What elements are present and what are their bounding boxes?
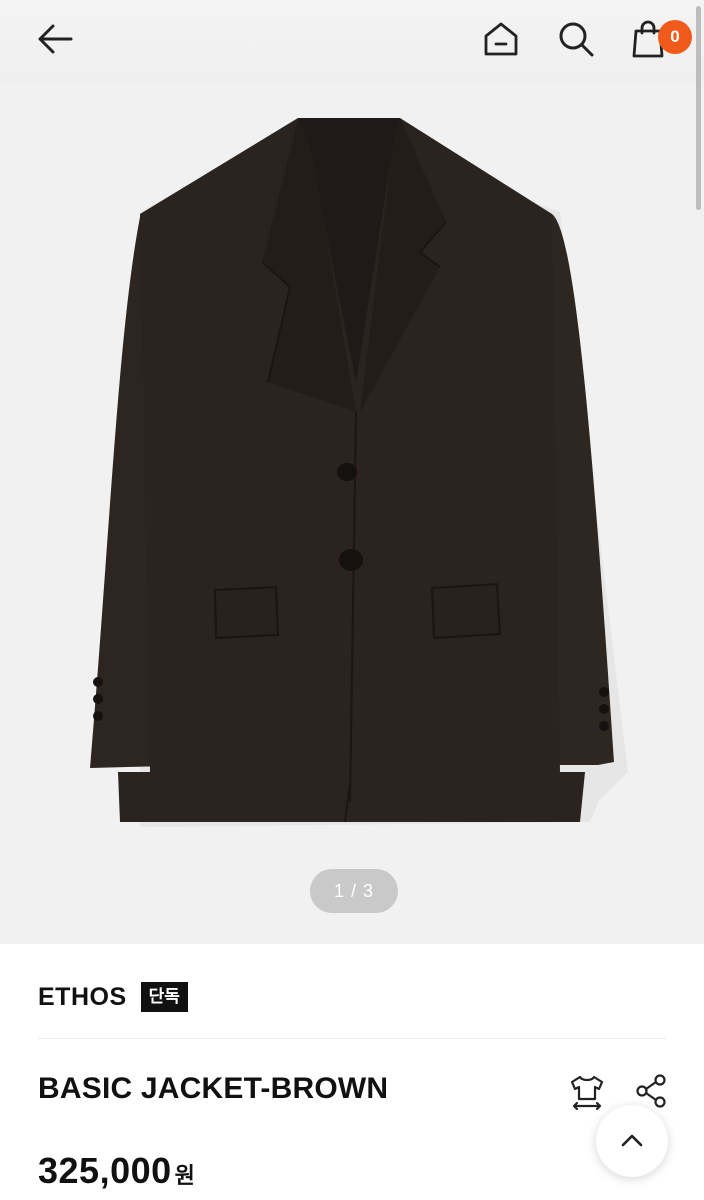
brand-name[interactable]: ETHOS [38,983,127,1012]
home-icon [484,22,518,56]
search-icon [559,22,594,57]
share-icon [636,1074,666,1108]
image-pager-indicator: 1 / 3 [310,869,398,913]
cart-count-badge: 0 [658,20,692,54]
scroll-to-top-button[interactable] [596,1105,668,1177]
page-scrollbar[interactable] [696,6,701,210]
divider [38,1038,666,1039]
size-guide-button[interactable] [564,1070,610,1114]
search-button[interactable] [549,12,603,66]
arrow-left-icon [38,24,73,54]
product-info-panel: ETHOS 단독 BASIC JACKET-BROWN 325,000 원 [0,944,704,1200]
currency-unit: 원 [174,1163,195,1188]
product-price: 325,000 [38,1150,172,1191]
product-title: BASIC JACKET-BROWN [38,1072,389,1105]
size-guide-icon [570,1075,604,1111]
price-row: 325,000 원 [38,1150,195,1192]
home-button[interactable] [474,12,528,66]
cart-button[interactable]: 0 [622,12,692,66]
top-navigation-bar: 0 [0,0,704,82]
exclusive-badge: 단독 [140,982,188,1012]
product-image-gallery[interactable]: 1 / 3 [0,82,704,944]
product-photo [90,118,628,827]
back-button[interactable] [28,12,82,66]
chevron-up-icon [621,1134,643,1147]
product-detail-page: 0 1 / 3 ETHOS 단독 BASIC JACKET-BROWN 325,… [0,0,704,1200]
brand-row: ETHOS 단독 [38,982,188,1012]
